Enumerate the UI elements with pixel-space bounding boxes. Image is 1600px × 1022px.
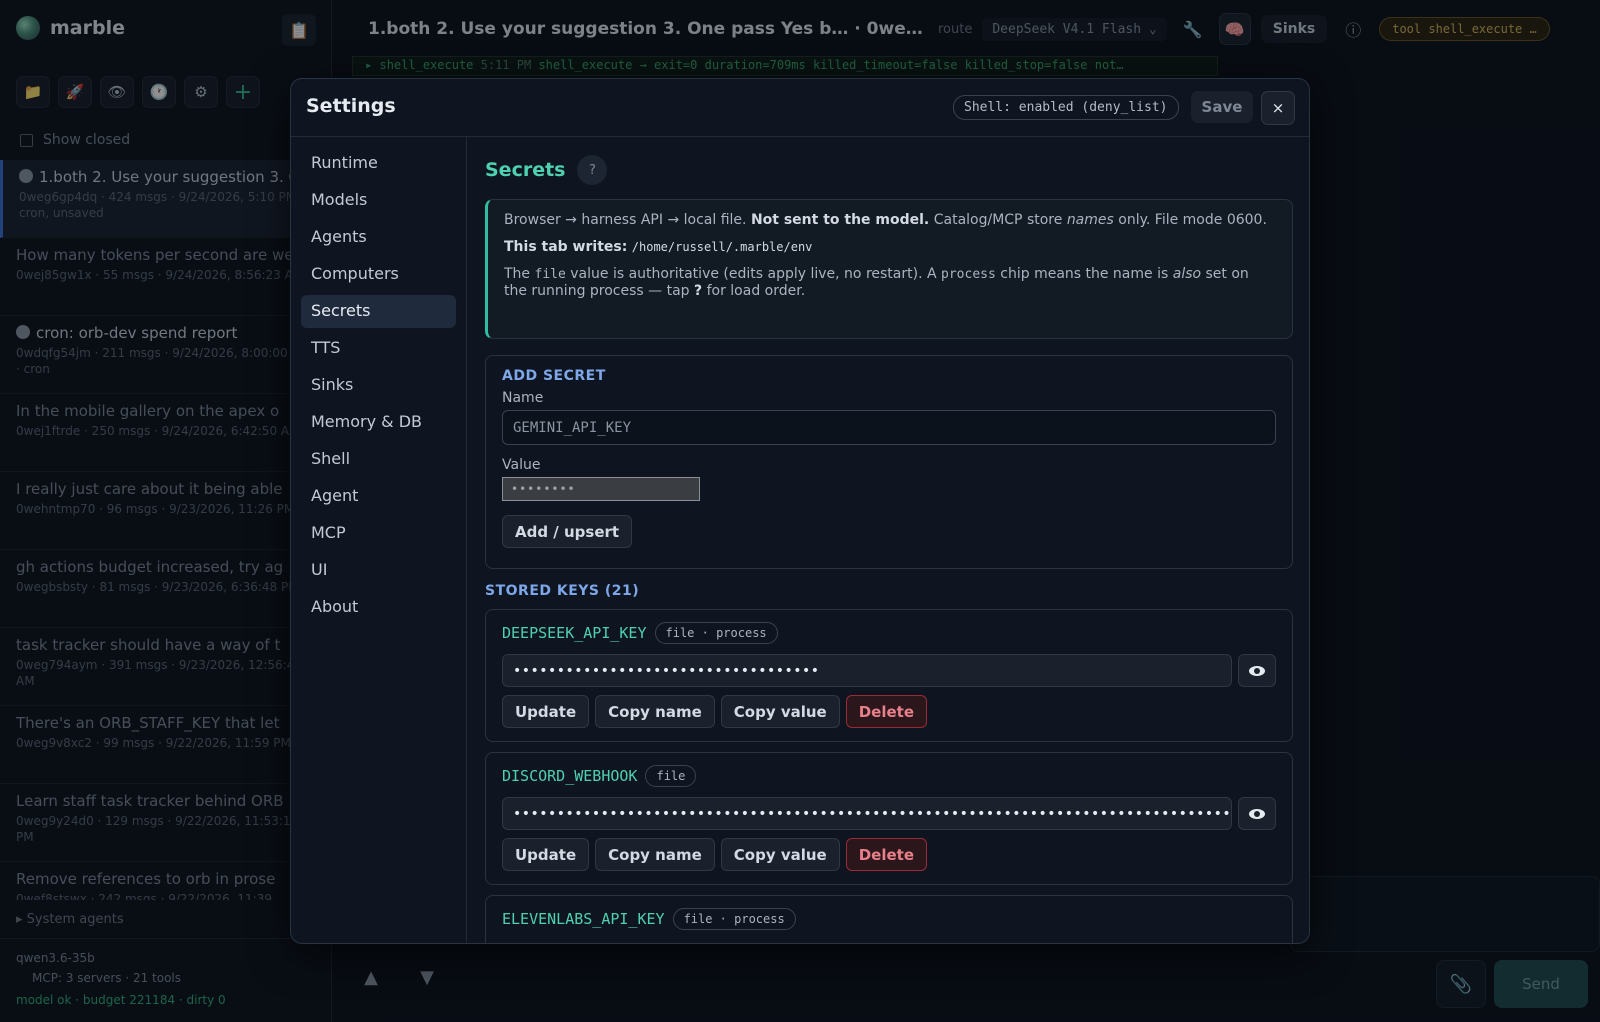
settings-nav-memory-db[interactable]: Memory & DB	[301, 406, 456, 439]
eye-icon	[1249, 665, 1265, 676]
update-button[interactable]: Update	[502, 838, 590, 871]
key-source-tag: file	[645, 765, 697, 787]
key-actions: Update Copy name Copy value Delete	[502, 695, 1276, 728]
settings-nav-secrets[interactable]: Secrets	[301, 295, 456, 328]
help-button[interactable]: ?	[577, 155, 608, 185]
settings-nav-runtime[interactable]: Runtime	[301, 147, 456, 180]
settings-nav-computers[interactable]: Computers	[301, 258, 456, 291]
copy-value-button[interactable]: Copy value	[720, 695, 840, 728]
settings-nav-mcp[interactable]: MCP	[301, 517, 456, 550]
settings-title: Settings	[306, 95, 396, 117]
key-source-tag: file · process	[654, 622, 778, 644]
settings-nav-ui[interactable]: UI	[301, 554, 456, 587]
add-secret-label: ADD SECRET	[502, 368, 606, 384]
key-name: DEEPSEEK_API_KEY	[502, 624, 647, 642]
secret-value-input[interactable]: ••••••••	[502, 477, 700, 501]
secrets-title: Secrets	[485, 159, 566, 181]
key-value-field[interactable]: ••••••••••••••••••••••••••••••••••••••••…	[502, 797, 1232, 830]
key-value-field[interactable]: •••••••••••••••••••••••••••••••••••	[502, 654, 1232, 687]
shell-status-pill: Shell: enabled (deny_list)	[953, 95, 1179, 120]
settings-nav-sinks[interactable]: Sinks	[301, 369, 456, 402]
delete-button[interactable]: Delete	[845, 838, 928, 871]
settings-header: Settings Shell: enabled (deny_list) Save…	[291, 79, 1309, 137]
eye-icon	[1249, 808, 1265, 819]
copy-name-button[interactable]: Copy name	[595, 695, 715, 728]
info-line-3: The file value is authoritative (edits a…	[504, 266, 1249, 299]
close-icon: ×	[1271, 99, 1285, 117]
value-label: Value	[502, 457, 541, 473]
secrets-panel: Secrets ? Browser → harness API → local …	[467, 137, 1309, 943]
delete-button[interactable]: Delete	[845, 695, 928, 728]
stored-key-card: DEEPSEEK_API_KEY file · process ••••••••••…	[485, 609, 1293, 742]
settings-nav-agents[interactable]: Agents	[301, 221, 456, 254]
stored-keys-label: STORED KEYS (21)	[485, 583, 640, 599]
settings-nav-shell[interactable]: Shell	[301, 443, 456, 476]
settings-nav-about[interactable]: About	[301, 591, 456, 624]
reveal-button[interactable]	[1238, 797, 1276, 830]
stored-key-card: ELEVENLABS_API_KEY file · process	[485, 895, 1293, 943]
key-source-tag: file · process	[672, 908, 796, 930]
key-value-row: ••••••••••••••••••••••••••••••••••••••••…	[502, 797, 1276, 830]
key-card-header: DISCORD_WEBHOOK file	[502, 765, 1276, 787]
settings-nav: Runtime Models Agents Computers Secrets TTS Si…	[291, 137, 467, 943]
info-line-1: Browser → harness API → local file. Not …	[504, 212, 1267, 228]
key-card-header: ELEVENLABS_API_KEY file · process	[502, 908, 1276, 930]
add-secret-form: ADD SECRET Name GEMINI_API_KEY Value •••…	[485, 355, 1293, 569]
update-button[interactable]: Update	[502, 695, 590, 728]
reveal-button[interactable]	[1238, 654, 1276, 687]
copy-name-button[interactable]: Copy name	[595, 838, 715, 871]
copy-value-button[interactable]: Copy value	[720, 838, 840, 871]
save-button[interactable]: Save	[1191, 91, 1253, 123]
settings-modal: Settings Shell: enabled (deny_list) Save…	[290, 78, 1310, 944]
key-value-row: •••••••••••••••••••••••••••••••••••	[502, 654, 1276, 687]
key-card-header: DEEPSEEK_API_KEY file · process	[502, 622, 1276, 644]
secrets-info: Browser → harness API → local file. Not …	[485, 199, 1293, 339]
info-line-2: This tab writes: /home/russell/.marble/e…	[504, 239, 813, 255]
key-name: DISCORD_WEBHOOK	[502, 767, 638, 785]
key-name: ELEVENLABS_API_KEY	[502, 910, 665, 928]
name-label: Name	[502, 390, 544, 406]
close-button[interactable]: ×	[1261, 91, 1295, 125]
settings-nav-agent[interactable]: Agent	[301, 480, 456, 513]
key-actions: Update Copy name Copy value Delete	[502, 838, 1276, 871]
secret-name-input[interactable]: GEMINI_API_KEY	[502, 410, 1276, 445]
add-upsert-button[interactable]: Add / upsert	[502, 515, 633, 548]
settings-nav-models[interactable]: Models	[301, 184, 456, 217]
stored-keys-list: DEEPSEEK_API_KEY file · process ••••••••••…	[485, 609, 1293, 943]
stored-key-card: DISCORD_WEBHOOK file •••••••••••••••••••••…	[485, 752, 1293, 885]
settings-nav-tts[interactable]: TTS	[301, 332, 456, 365]
